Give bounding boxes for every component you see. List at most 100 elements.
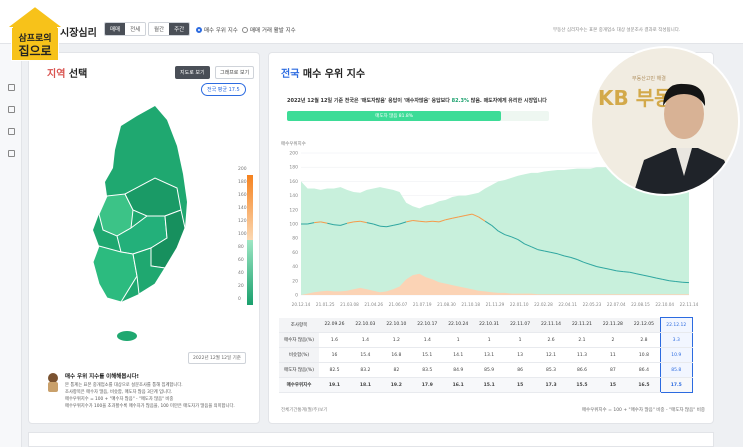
info-lines: 본 통계는 표본 중개업소를 대상으로 설문조사를 통해 집계합니다. 조사항목… (65, 382, 255, 410)
table-cell: 15 (597, 377, 629, 393)
table-cell: 83.2 (349, 362, 381, 378)
region-title: 지역 선택 (47, 69, 88, 80)
table-cell: 11.3 (566, 347, 598, 363)
table-row: 매수자 많음(%) 1.6 1.4 1.2 1.4 1 1 1 2.6 2.1 2 2.8 3.3 (279, 332, 694, 348)
table-cell: 85.9 (473, 362, 505, 378)
table-cell: 85.8 (659, 362, 694, 378)
bottom-panel (28, 432, 714, 447)
y-tick-label: 160 (289, 179, 298, 185)
tab-monthly[interactable]: 월간 (149, 23, 170, 35)
table-cell: 2.6 (535, 332, 567, 348)
tab-weekly[interactable]: 주간 (169, 23, 190, 35)
table-header-cell: 22.10.24 (442, 317, 474, 333)
table-header-cell: 22.09.26 (319, 317, 350, 333)
y-tick-label: 20 (292, 278, 298, 284)
table-cell: 13.1 (473, 347, 505, 363)
x-tick-label: 21.07.19 (413, 302, 432, 307)
table-cell: 16 (319, 347, 350, 363)
legend-tick: 40 (238, 271, 244, 276)
radio-trade-index[interactable]: 매매 거래 활발 지수 (242, 26, 296, 34)
logo-line1: 삼프로의 (18, 32, 51, 44)
info-line: 매수우위지수 = 100 + "매수자 많음" - "매도자 많음" 비중 (65, 397, 174, 402)
x-tick-label: 21.03.08 (340, 302, 359, 307)
x-tick-label: 21.11.29 (486, 302, 505, 307)
presenter-image (633, 83, 738, 194)
table-cell: 매도자 많음(%) (279, 362, 319, 378)
index-title: 전국 매수 우위 지수 (281, 69, 366, 80)
table-row: 매수우위지수 19.1 18.1 19.2 17.9 16.1 15.1 15 17.3 15.5… (279, 377, 694, 393)
list-icon[interactable] (8, 106, 15, 113)
legend-tick: 120 (238, 219, 247, 224)
top-note: 부동산 심리지수는 표본 중개업소 대상 설문조사 결과로 작성됩니다. (553, 28, 681, 33)
table-header-cell: 22.10.10 (380, 317, 412, 333)
radio-buyer-index[interactable]: 매수 우위 지수 (196, 26, 238, 34)
map-region-jeju[interactable] (117, 331, 137, 341)
table-cell: 19.2 (380, 377, 412, 393)
index-line-segment (669, 280, 676, 282)
x-tick-label: 22.04.11 (558, 302, 577, 307)
table-cell: 17.3 (535, 377, 567, 393)
table-cell: 17.9 (411, 377, 443, 393)
table-cell: 15.4 (349, 347, 381, 363)
y-tick-label: 40 (292, 264, 298, 270)
graph-view-button[interactable]: 그래프로 보기 (215, 66, 255, 79)
table-cell: 15 (504, 377, 536, 393)
table-cell: 11 (597, 347, 629, 363)
table-cell: 2 (597, 332, 629, 348)
table-cell: 10.8 (628, 347, 661, 363)
table-header-cell: 22.12.05 (628, 317, 661, 333)
table-cell: 16.1 (442, 377, 474, 393)
index-line-segment (425, 220, 433, 223)
reference-date-picker[interactable]: 2022년 12월 12일 기준 (188, 352, 246, 364)
index-line-segment (353, 220, 361, 223)
table-cell: 1.4 (411, 332, 443, 348)
doc-icon[interactable] (8, 150, 15, 157)
series-label: 매수우위지수 (281, 142, 306, 147)
x-tick-label: 22.07.04 (607, 302, 626, 307)
region-card: 지역 선택 지도로 보기 그래프로 보기 전국 평균 17.5 200 180 16… (28, 52, 260, 424)
map-view-button[interactable]: 지도로 보기 (175, 66, 210, 79)
formula-note: 매수우위지수 = 100 + "매수자 많음" 비중 - "매도자 많음" 비중 (581, 408, 705, 413)
tab-jeonse[interactable]: 전세 (125, 23, 146, 35)
y-tick-label: 100 (289, 222, 298, 228)
table-cell: 15.1 (473, 377, 505, 393)
legend-tick: 180 (238, 180, 247, 185)
table-header-cell: 22.11.07 (504, 317, 536, 333)
x-tick-label: 22.08.15 (631, 302, 650, 307)
table-cell: 매수자 많음(%) (279, 332, 319, 348)
x-tick-label: 21.10.18 (461, 302, 480, 307)
table-cell: 19.1 (319, 377, 350, 393)
x-tick-label: 22.11.14 (680, 302, 699, 307)
x-tick-label: 20.12.14 (292, 302, 311, 307)
info-title: 매수 우위 지수를 이해해봅시다! (65, 374, 140, 380)
table-header-cell: 조사항목 (279, 317, 319, 333)
table-cell: 85.3 (535, 362, 567, 378)
legend-gradient (247, 175, 253, 305)
table-cell: 16.5 (628, 377, 661, 393)
radio-on-icon (196, 27, 202, 33)
chart-icon[interactable] (8, 128, 15, 135)
index-line-segment (379, 225, 387, 228)
x-tick-label: 21.08.30 (437, 302, 456, 307)
index-line-segment (623, 271, 630, 273)
table-cell: 2.1 (566, 332, 598, 348)
seller-ratio-fill: 매도자 많음 81.8% (287, 111, 502, 121)
y-tick-label: 0 (295, 293, 298, 299)
index-line-segment (333, 224, 341, 226)
legend-tick: 60 (238, 258, 244, 263)
tab-sale[interactable]: 매매 (105, 23, 126, 35)
home-icon[interactable] (8, 84, 15, 91)
mascot-icon (48, 373, 58, 392)
table-cell: 12.1 (535, 347, 567, 363)
full-period-link[interactable]: 전체기간통계(월/주)보기 (281, 407, 327, 413)
national-average-pill[interactable]: 전국 평균 17.5 (201, 83, 246, 96)
table-cell: 비슷함(%) (279, 347, 319, 363)
korea-map[interactable] (77, 98, 197, 348)
legend-tick: 100 (238, 232, 247, 237)
y-tick-label: 120 (289, 207, 298, 213)
y-tick-label: 140 (289, 193, 298, 199)
table-cell: 18.1 (349, 377, 381, 393)
table-cell: 82.5 (319, 362, 350, 378)
table-cell: 매수우위지수 (279, 377, 319, 393)
table-cell: 1 (504, 332, 536, 348)
